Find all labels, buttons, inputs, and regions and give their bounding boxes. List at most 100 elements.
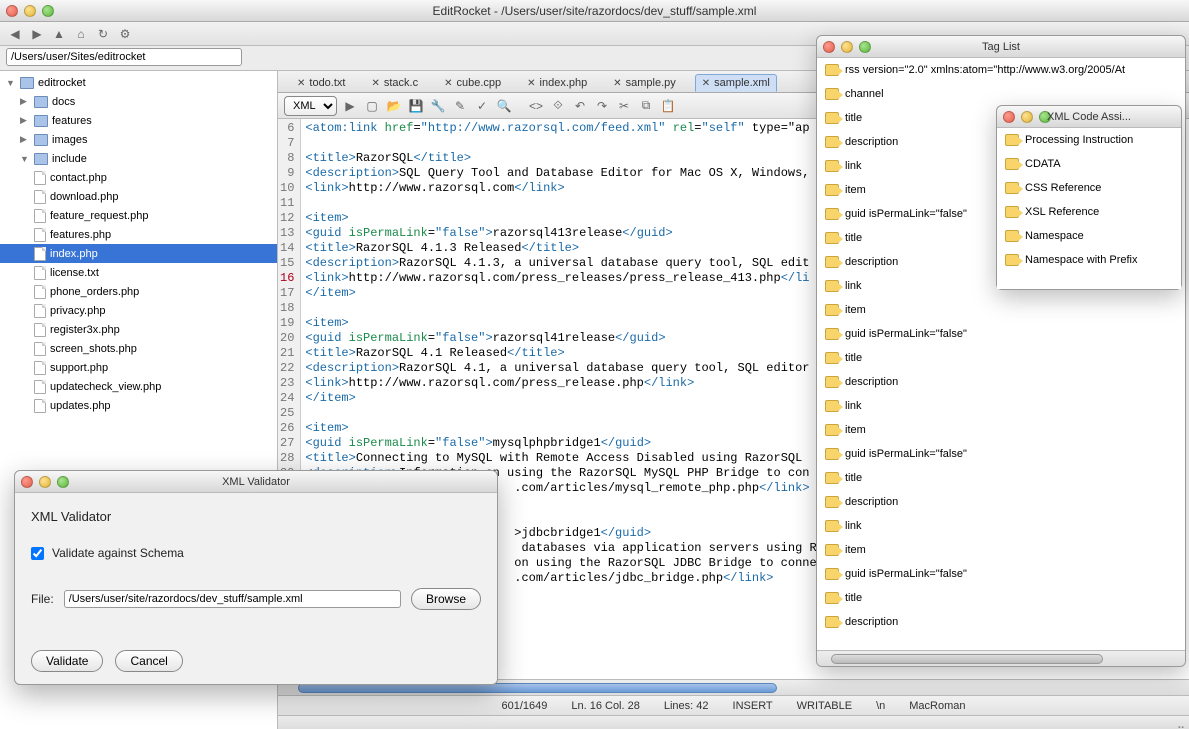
tree-file[interactable]: updatecheck_view.php bbox=[0, 377, 277, 396]
refresh-icon[interactable]: ↻ bbox=[94, 25, 112, 43]
code-assist-item[interactable]: CDATA bbox=[997, 152, 1181, 176]
tag-list-item[interactable]: link bbox=[817, 514, 1185, 538]
close-tab-icon[interactable]: ✕ bbox=[444, 78, 452, 89]
code-assist-item[interactable]: XSL Reference bbox=[997, 200, 1181, 224]
editor-tab[interactable]: ✕sample.xml bbox=[695, 74, 777, 92]
settings-icon[interactable]: ⚙ bbox=[116, 25, 134, 43]
zoom-icon[interactable] bbox=[42, 5, 54, 17]
file-icon bbox=[34, 361, 46, 375]
tag-list-item[interactable]: guid isPermaLink="false" bbox=[817, 442, 1185, 466]
tree-file[interactable]: license.txt bbox=[0, 263, 277, 282]
up-button[interactable]: ▲ bbox=[50, 25, 68, 43]
browse-button[interactable]: Browse bbox=[411, 588, 481, 610]
redo-icon[interactable]: ↷ bbox=[593, 97, 611, 115]
back-button[interactable]: ◀ bbox=[6, 25, 24, 43]
validate-button[interactable]: Validate bbox=[31, 650, 103, 672]
cut-icon[interactable]: ✂ bbox=[615, 97, 633, 115]
paste-icon[interactable]: 📋 bbox=[659, 97, 677, 115]
tag-icon[interactable]: ⟐ bbox=[549, 97, 567, 115]
tag-list-item[interactable]: title bbox=[817, 346, 1185, 370]
close-icon[interactable] bbox=[6, 5, 18, 17]
close-icon[interactable] bbox=[1003, 111, 1015, 123]
zoom-icon[interactable] bbox=[859, 41, 871, 53]
tag-list-item[interactable]: link bbox=[817, 394, 1185, 418]
close-tab-icon[interactable]: ✕ bbox=[371, 78, 379, 89]
tag-list-item[interactable]: guid isPermaLink="false" bbox=[817, 562, 1185, 586]
tree-root[interactable]: ▼ editrocket bbox=[0, 73, 277, 92]
zoom-icon[interactable] bbox=[57, 476, 69, 488]
tree-folder[interactable]: ▼ include bbox=[0, 149, 277, 168]
tag-list-item[interactable]: title bbox=[817, 466, 1185, 490]
tree-file[interactable]: phone_orders.php bbox=[0, 282, 277, 301]
tag-list-item[interactable]: item bbox=[817, 298, 1185, 322]
tag-list-header[interactable]: Tag List bbox=[817, 36, 1185, 58]
tree-file[interactable]: register3x.php bbox=[0, 320, 277, 339]
open-icon[interactable]: 📂 bbox=[385, 97, 403, 115]
file-path-input[interactable] bbox=[64, 590, 401, 608]
tree-file[interactable]: screen_shots.php bbox=[0, 339, 277, 358]
tree-file[interactable]: feature_request.php bbox=[0, 206, 277, 225]
tree-folder[interactable]: ▶ docs bbox=[0, 92, 277, 111]
minimize-icon[interactable] bbox=[39, 476, 51, 488]
tag-list-item[interactable]: guid isPermaLink="false" bbox=[817, 322, 1185, 346]
language-select[interactable]: XML bbox=[284, 96, 337, 116]
code-assist-item[interactable]: Namespace with Prefix bbox=[997, 248, 1181, 272]
wrench-icon[interactable]: 🔧 bbox=[429, 97, 447, 115]
close-tab-icon[interactable]: ✕ bbox=[297, 78, 305, 89]
code-assist-item[interactable]: Namespace bbox=[997, 224, 1181, 248]
editor-tab[interactable]: ✕stack.c bbox=[364, 74, 425, 92]
dialog-header[interactable]: XML Validator bbox=[15, 471, 497, 493]
tree-file[interactable]: privacy.php bbox=[0, 301, 277, 320]
tag-list-item[interactable]: item bbox=[817, 538, 1185, 562]
tag-list-item[interactable]: description bbox=[817, 370, 1185, 394]
run-icon[interactable]: ▶ bbox=[341, 97, 359, 115]
code-assist-item[interactable]: CSS Reference bbox=[997, 176, 1181, 200]
tree-folder[interactable]: ▶ images bbox=[0, 130, 277, 149]
tree-file[interactable]: features.php bbox=[0, 225, 277, 244]
code-assist-header[interactable]: XML Code Assi... bbox=[997, 106, 1181, 128]
path-input[interactable] bbox=[6, 48, 242, 66]
minimize-icon[interactable] bbox=[841, 41, 853, 53]
forward-button[interactable]: ▶ bbox=[28, 25, 46, 43]
tree-file[interactable]: support.php bbox=[0, 358, 277, 377]
tag-list-label: channel bbox=[845, 88, 884, 100]
tree-file[interactable]: contact.php bbox=[0, 168, 277, 187]
tag-list-item[interactable]: item bbox=[817, 418, 1185, 442]
close-tab-icon[interactable]: ✕ bbox=[613, 78, 621, 89]
search-icon[interactable]: 🔍 bbox=[495, 97, 513, 115]
editor-tab[interactable]: ✕cube.cpp bbox=[437, 74, 508, 92]
close-tab-icon[interactable]: ✕ bbox=[527, 78, 535, 89]
cancel-button[interactable]: Cancel bbox=[115, 650, 182, 672]
minimize-icon[interactable] bbox=[24, 5, 36, 17]
zoom-icon[interactable] bbox=[1039, 111, 1051, 123]
editor-tab[interactable]: ✕sample.py bbox=[606, 74, 683, 92]
new-file-icon[interactable]: ▢ bbox=[363, 97, 381, 115]
tree-folder[interactable]: ▶ features bbox=[0, 111, 277, 130]
home-icon[interactable]: ⌂ bbox=[72, 25, 90, 43]
tag-list-item[interactable]: channel bbox=[817, 82, 1185, 106]
tag-list-item[interactable]: rss version="2.0" xmlns:atom="http://www… bbox=[817, 58, 1185, 82]
pencil-icon[interactable]: ✎ bbox=[451, 97, 469, 115]
minimize-icon[interactable] bbox=[1021, 111, 1033, 123]
close-tab-icon[interactable]: ✕ bbox=[702, 78, 710, 89]
tag-list-item[interactable]: title bbox=[817, 586, 1185, 610]
validate-icon[interactable]: ✓ bbox=[473, 97, 491, 115]
undo-icon[interactable]: ↶ bbox=[571, 97, 589, 115]
code-assist-item[interactable]: Processing Instruction bbox=[997, 128, 1181, 152]
editor-tab[interactable]: ✕todo.txt bbox=[290, 74, 352, 92]
tag-list-item[interactable]: description bbox=[817, 490, 1185, 514]
tree-file[interactable]: index.php bbox=[0, 244, 277, 263]
panel-horizontal-scrollbar[interactable] bbox=[817, 650, 1185, 666]
checkbox-input[interactable] bbox=[31, 547, 44, 560]
tag-list-item[interactable]: description bbox=[817, 610, 1185, 634]
copy-icon[interactable]: ⧉ bbox=[637, 97, 655, 115]
validate-schema-checkbox[interactable]: Validate against Schema bbox=[31, 546, 481, 560]
close-icon[interactable] bbox=[21, 476, 33, 488]
close-icon[interactable] bbox=[823, 41, 835, 53]
save-icon[interactable]: 💾 bbox=[407, 97, 425, 115]
editor-tab[interactable]: ✕index.php bbox=[520, 74, 594, 92]
resize-handle[interactable]: ⣀ bbox=[278, 715, 1189, 729]
brackets-icon[interactable]: <> bbox=[527, 97, 545, 115]
tree-file[interactable]: updates.php bbox=[0, 396, 277, 415]
tree-file[interactable]: download.php bbox=[0, 187, 277, 206]
